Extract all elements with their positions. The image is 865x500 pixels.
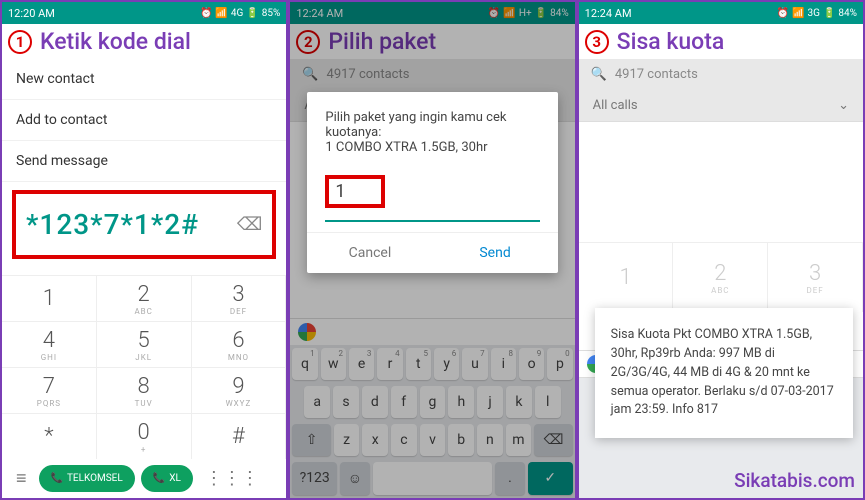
key-8[interactable]: 8TUV <box>97 367 192 413</box>
key-7[interactable]: 7PQRS <box>2 367 97 413</box>
menu-new-contact[interactable]: New contact <box>2 59 286 100</box>
panel-2: 12:24 AM ⏰ 📶 H+ 🔋 84% 2 Pilih paket 🔍 49… <box>288 0 576 500</box>
battery-icon: 🔋 <box>246 8 258 19</box>
panel-1: 12:20 AM ⏰ 📶 4G 🔋 85% 1 Ketik kode dial … <box>0 0 288 500</box>
battery-icon: 🔋 <box>823 8 835 19</box>
dialog-line2: 1 COMBO XTRA 1.5GB, 30hr <box>325 140 539 155</box>
key-5[interactable]: 5JKL <box>97 321 192 367</box>
call-xl-button[interactable]: 📞 XL <box>141 465 193 492</box>
dialog-actions: Cancel Send <box>307 232 557 273</box>
dialog-input-value[interactable]: 1 <box>335 181 345 202</box>
key-#[interactable]: # <box>192 413 287 459</box>
network-label: 3G <box>808 8 820 19</box>
status-right: ⏰ 📶 3G 🔋 84% <box>777 8 857 19</box>
dial-display: *123*7*1*2# ⌫ <box>12 190 276 259</box>
watermark: Sikatabis.com <box>734 469 855 492</box>
key-1[interactable]: 1 <box>2 275 97 321</box>
dialpad-icon[interactable]: ⋮⋮⋮ <box>199 468 265 489</box>
search-row[interactable]: 🔍 4917 contacts <box>579 59 863 90</box>
alarm-icon: ⏰ <box>777 8 789 19</box>
key-4[interactable]: 4GHI <box>2 321 97 367</box>
alarm-icon: ⏰ <box>200 8 212 19</box>
title-row: 1 Ketik kode dial <box>2 24 286 59</box>
panel-title: Sisa kuota <box>617 28 725 55</box>
status-bar: 12:24 AM ⏰ 📶 3G 🔋 84% <box>579 2 863 24</box>
keypad-bg: 12ABC3DEF <box>579 242 863 312</box>
backspace-icon[interactable]: ⌫ <box>237 214 262 235</box>
step-badge: 1 <box>8 30 32 54</box>
keypad: 12ABC3DEF 4GHI5JKL6MNO 7PQRS8TUV9WXYZ *0+# <box>2 275 286 459</box>
panel-title: Ketik kode dial <box>40 28 191 55</box>
dial-code: *123*7*1*2# <box>26 208 199 241</box>
cancel-button[interactable]: Cancel <box>307 233 432 273</box>
key-0[interactable]: 0+ <box>97 413 192 459</box>
ussd-dialog: Pilih paket yang ingin kamu cek kuotanya… <box>307 92 557 273</box>
key-*[interactable]: * <box>2 413 97 459</box>
send-button[interactable]: Send <box>433 233 558 273</box>
dialog-input-highlight: 1 <box>325 175 385 208</box>
menu-add-to-contact[interactable]: Add to contact <box>2 100 286 141</box>
status-time: 12:20 AM <box>8 7 55 20</box>
phone-icon: 📞 <box>51 473 63 484</box>
battery-label: 84% <box>838 8 857 19</box>
status-right: ⏰ 📶 4G 🔋 85% <box>200 8 280 19</box>
call-row: ≡ 📞 TELKOMSEL 📞 XL ⋮⋮⋮ <box>2 459 286 498</box>
menu-send-message[interactable]: Send message <box>2 141 286 182</box>
search-text: 4917 contacts <box>615 67 698 82</box>
call-label: TELKOMSEL <box>67 473 123 484</box>
filter-row[interactable]: All calls ⌄ <box>579 90 863 122</box>
filter-label: All calls <box>593 98 638 113</box>
key-3[interactable]: 3DEF <box>768 242 863 312</box>
phone-icon: 📞 <box>153 473 165 484</box>
call-label: XL <box>169 473 181 484</box>
key-1[interactable]: 1 <box>579 242 674 312</box>
battery-label: 85% <box>262 8 281 19</box>
menu-icon[interactable]: ≡ <box>10 468 33 489</box>
call-telkomsel-button[interactable]: 📞 TELKOMSEL <box>39 465 135 492</box>
key-2[interactable]: 2ABC <box>97 275 192 321</box>
key-9[interactable]: 9WXYZ <box>192 367 287 413</box>
step-badge: 3 <box>585 30 609 54</box>
network-label: 4G <box>231 8 243 19</box>
key-6[interactable]: 6MNO <box>192 321 287 367</box>
dialog-line1: Pilih paket yang ingin kamu cek kuotanya… <box>325 110 539 140</box>
dialog-input-line[interactable] <box>325 216 539 222</box>
signal-icon: 📶 <box>215 8 227 19</box>
status-time: 12:24 AM <box>585 7 632 20</box>
title-row: 3 Sisa kuota <box>579 24 863 59</box>
dialog-message: Pilih paket yang ingin kamu cek kuotanya… <box>307 92 557 163</box>
panel-3: 12:24 AM ⏰ 📶 3G 🔋 84% 3 Sisa kuota 🔍 491… <box>577 0 865 500</box>
dialog-overlay: Pilih paket yang ingin kamu cek kuotanya… <box>290 2 574 498</box>
signal-icon: 📶 <box>792 8 804 19</box>
ussd-response-toast: Sisa Kuota Pkt COMBO XTRA 1.5GB, 30hr, R… <box>595 308 853 438</box>
chevron-down-icon: ⌄ <box>838 98 849 113</box>
key-2[interactable]: 2ABC <box>673 242 768 312</box>
search-icon: 🔍 <box>591 67 607 82</box>
key-3[interactable]: 3DEF <box>192 275 287 321</box>
status-bar: 12:20 AM ⏰ 📶 4G 🔋 85% <box>2 2 286 24</box>
